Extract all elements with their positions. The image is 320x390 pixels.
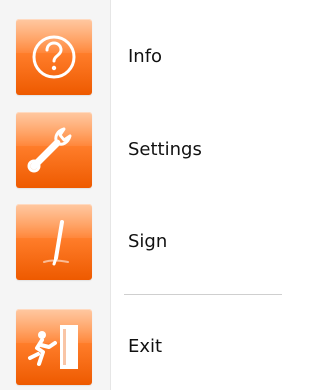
pen-icon bbox=[16, 204, 92, 280]
question-icon bbox=[16, 19, 92, 95]
menu-item-label: Settings bbox=[128, 139, 202, 160]
menu-divider bbox=[124, 294, 282, 295]
menu-item-settings[interactable]: Settings bbox=[0, 108, 282, 192]
menu-item-label: Exit bbox=[128, 336, 163, 357]
wrench-icon bbox=[16, 112, 92, 188]
app-menu: Info Settings Sign Exit bbox=[0, 0, 282, 390]
exit-door-icon bbox=[16, 309, 92, 385]
menu-item-label: Sign bbox=[128, 231, 168, 252]
menu-item-sign[interactable]: Sign bbox=[0, 200, 282, 284]
menu-item-exit[interactable]: Exit bbox=[0, 305, 282, 389]
menu-item-info[interactable]: Info bbox=[0, 15, 282, 99]
menu-item-label: Info bbox=[128, 46, 163, 67]
